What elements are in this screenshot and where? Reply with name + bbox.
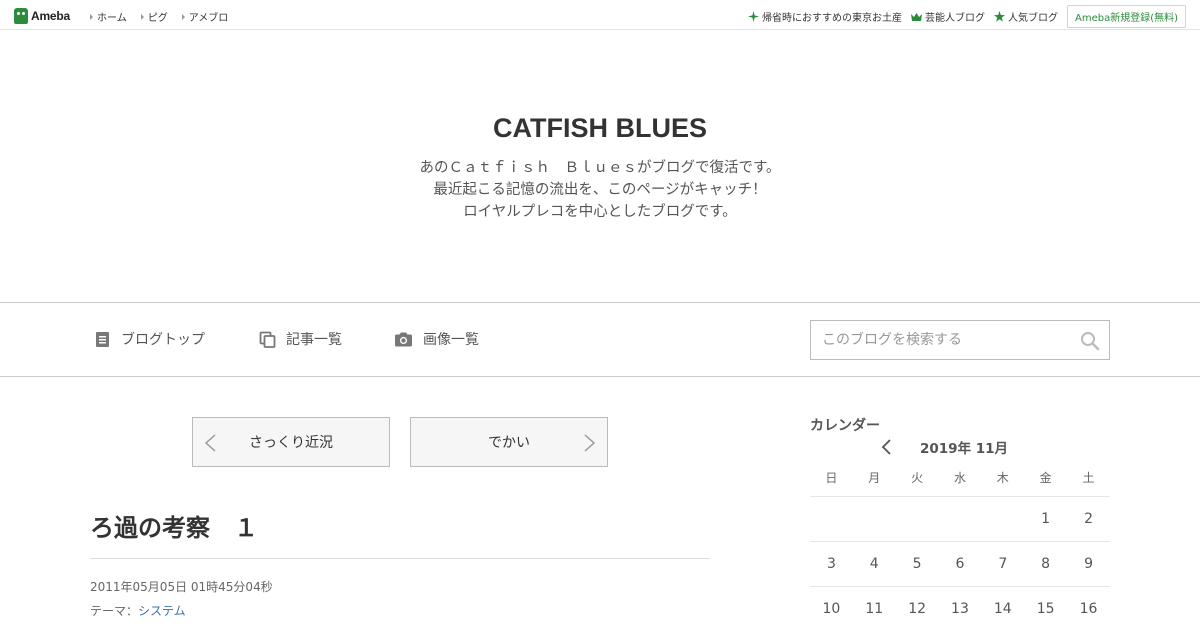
entry-title[interactable]: ろ過の考察 １ xyxy=(90,508,258,543)
blog-description-line: 最近起こる記憶の流出を、このページがキャッチ！ xyxy=(433,182,767,198)
calendar-table: 日 月 火 水 木 金 土 1 2 3 4 5 6 7 8 9 10 11 12… xyxy=(810,460,1110,630)
link-popular-blog-label: 人気ブログ xyxy=(1007,13,1058,24)
calendar-weekday: 土 xyxy=(1067,460,1110,497)
link-celebrity-blog[interactable]: 芸能人ブログ xyxy=(910,9,985,24)
chevron-left-icon xyxy=(204,434,216,452)
calendar-heading: カレンダー xyxy=(810,418,880,434)
blog-nav: ブログトップ 記事一覧 画像一覧 xyxy=(0,303,1200,377)
calendar-week: 10 11 12 13 14 15 16 xyxy=(810,586,1110,630)
calendar-week: 3 4 5 6 7 8 9 xyxy=(810,541,1110,587)
link-tokyo-souvenir-label: 帰省時におすすめの東京お土産 xyxy=(761,13,902,24)
signup-button[interactable]: Ameba新規登録(無料) xyxy=(1066,5,1186,28)
calendar-day: 2 xyxy=(1067,496,1110,542)
camera-icon xyxy=(395,332,412,346)
calendar-day: 5 xyxy=(895,541,939,587)
prev-entry-label: さっくり近況 xyxy=(249,435,333,451)
nav-image-list-label: 画像一覧 xyxy=(423,332,479,348)
calendar-prev-icon[interactable] xyxy=(878,438,894,456)
calendar-day: 6 xyxy=(938,541,982,587)
entry-theme-label: テーマ： xyxy=(90,604,139,618)
global-nav-ameblo[interactable]: アメブロ xyxy=(181,9,229,24)
next-entry-label: でかい xyxy=(488,435,530,451)
blog-description: あのＣａｔｆｉｓｈ Ｂｌｕｅｓがブログで復活です。 最近起こる記憶の流出を、この… xyxy=(0,157,1200,223)
global-header: Ameba ホーム ピグ アメブロ 帰省時におすすめの東京お土産 芸能人ブログ … xyxy=(0,0,1200,30)
calendar-day: 13 xyxy=(938,586,982,630)
calendar-day: 11 xyxy=(852,586,896,630)
calendar-day: 12 xyxy=(895,586,939,630)
calendar-day xyxy=(810,496,853,542)
blog-search-input[interactable] xyxy=(811,321,1071,359)
calendar-week: 1 2 xyxy=(810,496,1110,542)
crown-icon xyxy=(910,12,922,21)
global-links: 帰省時におすすめの東京お土産 芸能人ブログ 人気ブログ Ameba新規登録(無料… xyxy=(747,5,1186,28)
link-celebrity-blog-label: 芸能人ブログ xyxy=(924,13,985,24)
calendar-day: 1 xyxy=(1024,496,1068,542)
next-entry-button[interactable]: でかい xyxy=(410,417,608,467)
caret-right-icon xyxy=(181,13,185,20)
nav-entry-list-label: 記事一覧 xyxy=(286,332,342,348)
calendar-day: 3 xyxy=(810,541,853,587)
calendar-day: 16 xyxy=(1067,586,1110,630)
blog-description-line: あのＣａｔｆｉｓｈ Ｂｌｕｅｓがブログで復活です。 xyxy=(419,160,781,176)
calendar-day: 9 xyxy=(1067,541,1110,587)
calendar-day: 10 xyxy=(810,586,853,630)
calendar-nav: 2019年 11月 xyxy=(878,437,1008,457)
nav-blog-top[interactable]: ブログトップ xyxy=(94,329,205,349)
blog-search xyxy=(810,320,1110,360)
global-nav-home[interactable]: ホーム xyxy=(90,9,127,24)
ameba-logo[interactable]: Ameba xyxy=(14,7,70,24)
blog-title[interactable]: CATFISH BLUES xyxy=(0,113,1200,144)
sparkle-icon xyxy=(747,11,759,22)
calendar-weekday: 水 xyxy=(938,460,982,497)
calendar-weekday: 火 xyxy=(895,460,939,497)
caret-right-icon xyxy=(90,13,93,20)
global-nav: ホーム ピグ アメブロ xyxy=(90,9,228,24)
calendar-day xyxy=(895,496,939,542)
calendar-weekday: 月 xyxy=(852,460,896,497)
calendar-day xyxy=(852,496,896,542)
document-icon xyxy=(96,331,109,347)
blog-description-line: ロイヤルプレコを中心としたブログです。 xyxy=(463,204,737,220)
entry-theme: テーマ：システム xyxy=(90,602,186,619)
entry-theme-link[interactable]: システム xyxy=(138,604,186,618)
entry-divider xyxy=(90,558,710,559)
calendar-day: 15 xyxy=(1024,586,1068,630)
calendar-weekday: 木 xyxy=(981,460,1025,497)
calendar-month: 2019年 11月 xyxy=(920,441,1009,457)
ameba-logo-text: Ameba xyxy=(31,8,71,23)
copy-pages-icon xyxy=(259,331,276,348)
global-nav-pigg-label: ピグ xyxy=(147,13,168,24)
ameba-logo-icon xyxy=(14,7,28,24)
calendar-day xyxy=(938,496,982,542)
calendar-weekday-row: 日 月 火 水 木 金 土 xyxy=(810,460,1110,497)
calendar-weekday: 日 xyxy=(810,460,853,497)
calendar-weekday: 金 xyxy=(1024,460,1068,497)
nav-entry-list[interactable]: 記事一覧 xyxy=(259,329,342,349)
chevron-right-icon xyxy=(584,434,596,452)
calendar-day: 14 xyxy=(981,586,1025,630)
search-icon[interactable] xyxy=(1080,331,1100,351)
global-nav-pigg[interactable]: ピグ xyxy=(140,9,168,24)
caret-right-icon xyxy=(140,13,144,20)
entry-date: 2011年05月05日 01時45分04秒 xyxy=(90,580,273,594)
global-nav-ameblo-label: アメブロ xyxy=(188,13,229,24)
nav-image-list[interactable]: 画像一覧 xyxy=(394,329,479,349)
calendar-day: 4 xyxy=(852,541,896,587)
nav-blog-top-label: ブログトップ xyxy=(121,332,205,348)
calendar-day xyxy=(981,496,1025,542)
star-icon xyxy=(993,11,1005,22)
link-popular-blog[interactable]: 人気ブログ xyxy=(993,9,1058,24)
link-tokyo-souvenir[interactable]: 帰省時におすすめの東京お土産 xyxy=(747,9,902,24)
calendar-day: 7 xyxy=(981,541,1025,587)
global-nav-home-label: ホーム xyxy=(97,13,127,24)
blog-header: CATFISH BLUES あのＣａｔｆｉｓｈ Ｂｌｕｅｓがブログで復活です。 … xyxy=(0,30,1200,303)
prev-entry-button[interactable]: さっくり近況 xyxy=(192,417,390,467)
calendar-day: 8 xyxy=(1024,541,1068,587)
